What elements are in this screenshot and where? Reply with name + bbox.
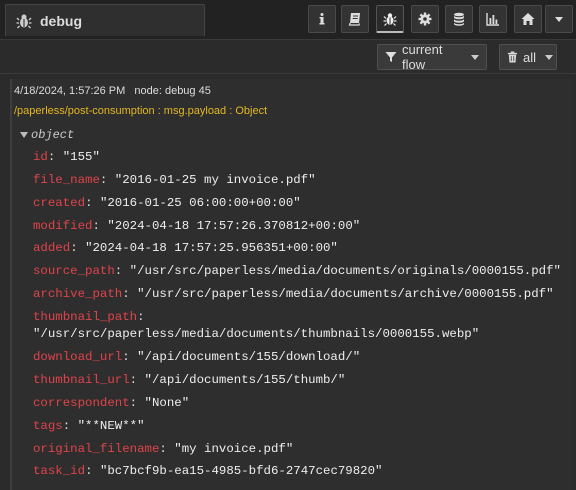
- help-button[interactable]: [341, 5, 369, 33]
- chevron-down-icon: [545, 54, 554, 60]
- info-icon: [319, 13, 325, 25]
- book-icon: [348, 13, 361, 26]
- message-topic: /paperless/post-consumption : msg.payloa…: [14, 105, 268, 117]
- trash-icon: [507, 51, 518, 63]
- property-row: correspondent: "None": [33, 396, 190, 410]
- gear-icon: [418, 12, 432, 26]
- object-label: object: [31, 128, 75, 142]
- property-row: archive_path: "/usr/src/paperless/media/…: [33, 287, 554, 301]
- clear-label: all: [523, 49, 537, 65]
- property-row: source_path: "/usr/src/paperless/media/d…: [33, 264, 561, 278]
- property-row: id: "155": [33, 150, 100, 164]
- property-row: task_id: "bc7bcf9b-ea15-4985-bfd6-2747ce…: [33, 464, 383, 478]
- filter-label: current flow: [402, 42, 443, 72]
- clear-messages-dropdown[interactable]: all: [499, 44, 557, 70]
- database-icon: [454, 12, 464, 26]
- property-row: created: "2016-01-25 06:00:00+00:00": [33, 196, 301, 210]
- config-button[interactable]: [411, 5, 439, 33]
- property-row: modified: "2024-04-18 17:57:26.370812+00…: [33, 219, 361, 233]
- caret-down-icon: [20, 132, 28, 138]
- object-toggle[interactable]: object: [20, 128, 74, 142]
- more-button[interactable]: [545, 5, 573, 33]
- message-timestamp: 4/18/2024, 1:57:26 PM: [14, 85, 126, 97]
- info-button[interactable]: [308, 5, 336, 33]
- home-button[interactable]: [514, 5, 542, 33]
- debug-button[interactable]: [376, 5, 404, 33]
- filter-dropdown[interactable]: current flow: [377, 42, 487, 72]
- debug-message: 4/18/2024, 1:57:26 PM node: debug 45 /pa…: [10, 79, 572, 490]
- property-row: original_filename: "my invoice.pdf": [33, 442, 294, 456]
- property-row: download_url: "/api/documents/155/downlo…: [33, 350, 361, 364]
- tab-title: debug: [40, 12, 82, 29]
- bar-chart-icon: [486, 13, 499, 26]
- context-data-button[interactable]: [445, 5, 473, 33]
- property-value-continued: "/usr/src/paperless/media/documents/thum…: [33, 327, 480, 341]
- debug-tab[interactable]: debug: [5, 4, 205, 36]
- bug-icon: [383, 12, 397, 26]
- property-row: file_name: "2016-01-25 my invoice.pdf": [33, 173, 316, 187]
- dashboard-button[interactable]: [479, 5, 507, 33]
- message-node[interactable]: node: debug 45: [134, 85, 210, 97]
- chevron-down-icon: [555, 16, 563, 22]
- bug-icon: [16, 13, 32, 29]
- property-row: added: "2024-04-18 17:57:25.956351+00:00…: [33, 241, 338, 255]
- chevron-down-icon: [471, 54, 479, 60]
- property-row: thumbnail_url: "/api/documents/155/thumb…: [33, 373, 346, 387]
- home-icon: [521, 13, 535, 25]
- sidebar-header: debug: [0, 0, 576, 40]
- message-meta: 4/18/2024, 1:57:26 PM node: debug 45: [14, 85, 211, 97]
- filter-icon: [385, 51, 397, 63]
- property-row: thumbnail_path:: [33, 310, 145, 324]
- debug-toolbar: current flow all: [0, 40, 576, 74]
- property-row: tags: "**NEW**": [33, 419, 145, 433]
